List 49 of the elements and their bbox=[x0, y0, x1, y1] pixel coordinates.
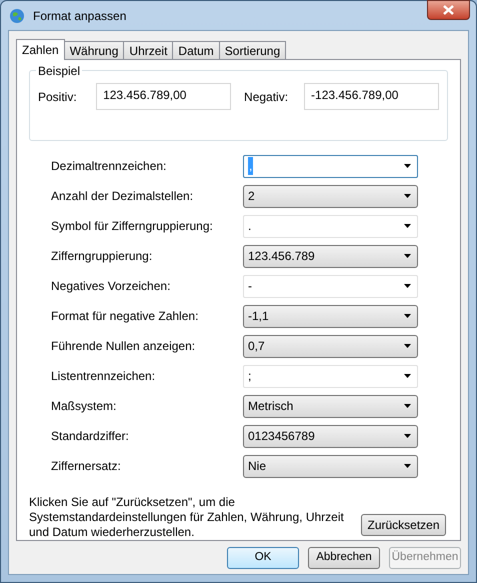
negative-value-field: -123.456.789,00 bbox=[304, 83, 439, 110]
dropdown-arrow-icon bbox=[404, 344, 411, 348]
window-title: Format anpassen bbox=[33, 8, 126, 24]
dropdown-arrow-icon bbox=[404, 254, 411, 258]
setting-label: Symbol für Zifferngruppierung: bbox=[51, 218, 214, 235]
positive-label: Positiv: bbox=[38, 88, 78, 106]
setting-label: Anzahl der Dezimalstellen: bbox=[51, 188, 194, 205]
tab[interactable]: Zahlen bbox=[16, 39, 65, 60]
setting-label: Standardziffer: bbox=[51, 428, 130, 445]
setting-label: Maßsystem: bbox=[51, 398, 118, 415]
tab[interactable]: Währung bbox=[64, 41, 124, 59]
dropdown-arrow-icon bbox=[404, 224, 411, 228]
dropdown[interactable]: 0123456789 bbox=[243, 424, 418, 448]
setting-label: Dezimaltrennzeichen: bbox=[51, 158, 168, 175]
dropdown[interactable]: Nie bbox=[243, 454, 418, 478]
dropdown[interactable]: 2 bbox=[243, 184, 418, 208]
dialog-button[interactable]: Abbrechen bbox=[308, 547, 380, 569]
setting-label: Führende Nullen anzeigen: bbox=[51, 338, 196, 355]
dropdown-arrow-icon bbox=[404, 464, 411, 468]
combo-box[interactable]: ; bbox=[243, 364, 418, 388]
dropdown-arrow-icon bbox=[404, 404, 411, 408]
close-icon bbox=[443, 5, 454, 15]
negative-label: Negativ: bbox=[244, 88, 290, 106]
dropdown-arrow-icon bbox=[404, 194, 411, 198]
setting-label: Ziffernersatz: bbox=[51, 458, 122, 475]
combo-box[interactable]: - bbox=[243, 274, 418, 298]
setting-label: Zifferngruppierung: bbox=[51, 248, 154, 265]
dropdown[interactable]: Metrisch bbox=[243, 394, 418, 418]
globe-icon bbox=[9, 8, 25, 24]
dropdown-arrow-icon bbox=[404, 434, 411, 438]
reset-hint: Klicken Sie auf "Zurücksetzen", um die Systemstandardeinstellungen für Zahlen, Währung, Uhrzeit und Datum wiederherzustellen. bbox=[29, 495, 345, 540]
tab[interactable]: Datum bbox=[172, 41, 220, 59]
tab[interactable]: Sortierung bbox=[218, 41, 286, 59]
reset-button[interactable]: Zurücksetzen bbox=[361, 514, 446, 536]
dropdown-arrow-icon bbox=[404, 284, 411, 288]
dropdown-arrow-icon bbox=[404, 374, 411, 378]
dropdown-arrow-icon bbox=[404, 314, 411, 318]
close-button[interactable] bbox=[427, 0, 470, 20]
dropdown[interactable]: -1,1 bbox=[243, 304, 418, 328]
dropdown[interactable]: 0,7 bbox=[243, 334, 418, 358]
positive-value-field: 123.456.789,00 bbox=[96, 83, 232, 110]
combo-box[interactable]: . bbox=[243, 214, 418, 238]
setting-label: Negatives Vorzeichen: bbox=[51, 278, 172, 295]
setting-label: Listentrennzeichen: bbox=[51, 368, 156, 385]
dropdown[interactable]: 123.456.789 bbox=[243, 244, 418, 268]
dialog-button[interactable]: OK bbox=[227, 547, 299, 569]
tab[interactable]: Uhrzeit bbox=[123, 41, 174, 59]
dropdown-arrow-icon bbox=[404, 164, 411, 168]
setting-label: Format für negative Zahlen: bbox=[51, 308, 200, 325]
